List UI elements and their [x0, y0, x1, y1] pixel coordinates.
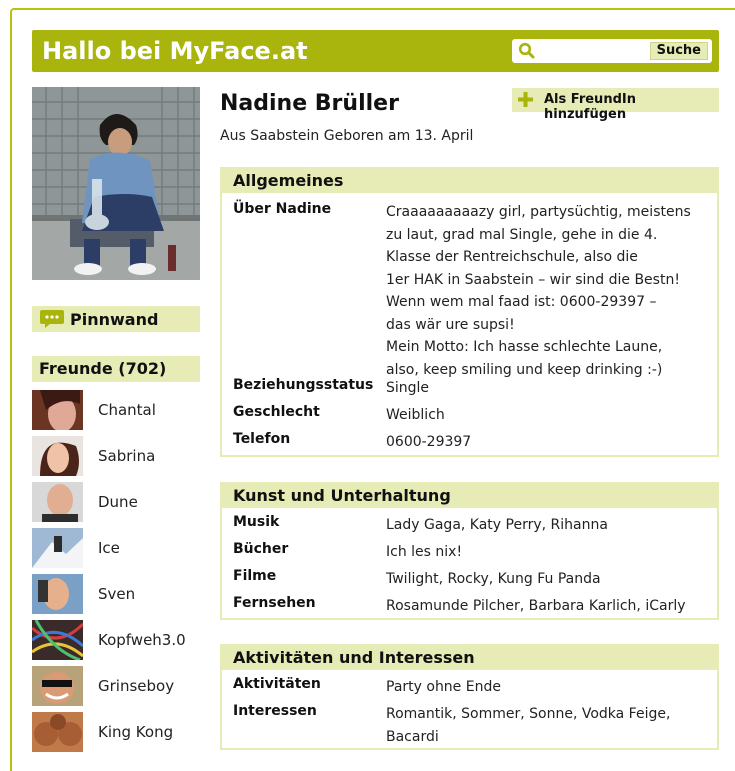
info-value: Twilight, Rocky, Kung Fu Panda [386, 571, 601, 587]
friend-avatar [32, 574, 83, 614]
friend-item[interactable]: Ice [32, 528, 200, 568]
friend-name: Ice [98, 539, 120, 557]
friend-name: Dune [98, 493, 138, 511]
add-friend-button[interactable]: Als FreundIn hinzufügen [512, 88, 719, 122]
add-friend-label: Als FreundIn hinzufügen [544, 92, 636, 122]
friend-name: Grinseboy [98, 677, 175, 695]
info-key: Beziehungsstatus [233, 377, 374, 393]
friend-avatar [32, 390, 83, 430]
section-title: Aktivitäten und Interessen [222, 646, 717, 670]
info-row-beziehung: Beziehungsstatus Single [233, 377, 713, 399]
info-value: Lady Gaga, Katy Perry, Rihanna [386, 517, 608, 533]
friend-item[interactable]: Grinseboy [32, 666, 200, 706]
friend-name: Kopfweh3.0 [98, 631, 186, 649]
about-line: 1er HAK in Saabstein – wir sind die Best… [386, 271, 680, 288]
plus-icon [518, 92, 533, 107]
section-allgemeines: Allgemeines Über Nadine Craaaaaaaaazy gi… [220, 167, 719, 457]
about-line: das wär ure supsi! [386, 316, 515, 333]
info-key: Über Nadine [233, 201, 332, 217]
site-title: Hallo bei MyFace.at [42, 37, 308, 65]
about-line: Craaaaaaaaazy girl, partysüchtig, meiste… [386, 204, 691, 220]
info-value-about: Craaaaaaaaazy girl, partysüchtig, meiste… [386, 201, 716, 381]
section-title: Allgemeines [222, 169, 717, 193]
friend-name: King Kong [98, 723, 174, 741]
friend-avatar [32, 666, 83, 706]
info-value: Ich les nix! [386, 544, 463, 560]
info-key: Fernsehen [233, 595, 316, 611]
about-line: Klasse der Rentreichschule, also die [386, 249, 638, 265]
friend-name: Sabrina [98, 447, 156, 465]
section-aktivitaeten-interessen: Aktivitäten und Interessen Aktivitäten P… [220, 644, 719, 750]
friend-item[interactable]: Chantal [32, 390, 200, 430]
speech-bubble-icon [40, 310, 64, 328]
search-button[interactable]: Suche [649, 42, 708, 60]
friend-avatar [32, 620, 83, 660]
value-line: Bacardi [386, 728, 439, 745]
friend-item[interactable]: Sven [32, 574, 200, 614]
friend-avatar [32, 482, 83, 522]
friends-count-label: Freunde (702) [39, 359, 167, 378]
info-row-buecher: Bücher Ich les nix! [233, 541, 713, 563]
info-value: Weiblich [386, 407, 445, 423]
info-key: Geschlecht [233, 404, 320, 420]
info-value: Single [386, 380, 430, 396]
profile-subtitle: Aus Saabstein Geboren am 13. April [220, 128, 474, 144]
friend-item[interactable]: Dune [32, 482, 200, 522]
section-title: Kunst und Unterhaltung [222, 484, 717, 508]
info-value: Romantik, Sommer, Sonne, Vodka Feige, Ba… [386, 703, 716, 748]
friend-avatar [32, 436, 83, 476]
value-line: Romantik, Sommer, Sonne, Vodka Feige, [386, 706, 671, 722]
info-row-fernsehen: Fernsehen Rosamunde Pilcher, Barbara Kar… [233, 595, 713, 617]
friends-header[interactable]: Freunde (702) [32, 356, 200, 382]
info-row-ueber: Über Nadine Craaaaaaaaazy girl, partysüc… [233, 201, 713, 381]
info-key: Aktivitäten [233, 676, 321, 692]
info-row-geschlecht: Geschlecht Weiblich [233, 404, 713, 426]
info-row-telefon: Telefon 0600-29397 [233, 431, 713, 453]
section-kunst-unterhaltung: Kunst und Unterhaltung Musik Lady Gaga, … [220, 482, 719, 620]
info-row-interessen: Interessen Romantik, Sommer, Sonne, Vodk… [233, 703, 713, 749]
info-value: Rosamunde Pilcher, Barbara Karlich, iCar… [386, 598, 686, 614]
friend-item[interactable]: King Kong [32, 712, 200, 752]
info-value: 0600-29397 [386, 434, 472, 450]
info-key: Bücher [233, 541, 289, 557]
about-line: Mein Motto: Ich hasse schlechte Laune, [386, 339, 663, 355]
profile-photo[interactable] [32, 87, 200, 280]
friend-item[interactable]: Kopfweh3.0 [32, 620, 200, 660]
info-row-musik: Musik Lady Gaga, Katy Perry, Rihanna [233, 514, 713, 536]
info-value: Party ohne Ende [386, 679, 501, 695]
profile-name: Nadine Brüller [220, 91, 399, 116]
info-row-aktivitaeten: Aktivitäten Party ohne Ende [233, 676, 713, 698]
pinnwand-label: Pinnwand [70, 310, 159, 329]
friend-item[interactable]: Sabrina [32, 436, 200, 476]
info-key: Filme [233, 568, 277, 584]
search-icon [518, 42, 535, 59]
friend-name: Sven [98, 585, 136, 603]
info-key: Musik [233, 514, 280, 530]
about-line: zu laut, grad mal Single, gehe in die 4. [386, 226, 658, 243]
info-key: Interessen [233, 703, 317, 719]
info-row-filme: Filme Twilight, Rocky, Kung Fu Panda [233, 568, 713, 590]
info-key: Telefon [233, 431, 291, 447]
about-line: Wenn wem mal faad ist: 0600-29397 – [386, 294, 657, 310]
friend-name: Chantal [98, 401, 156, 419]
top-bar: Hallo bei MyFace.at Suche [32, 30, 719, 72]
search-box[interactable]: Suche [512, 39, 712, 63]
friend-avatar [32, 712, 83, 752]
friend-avatar [32, 528, 83, 568]
pinnwand-link[interactable]: Pinnwand [32, 306, 200, 332]
